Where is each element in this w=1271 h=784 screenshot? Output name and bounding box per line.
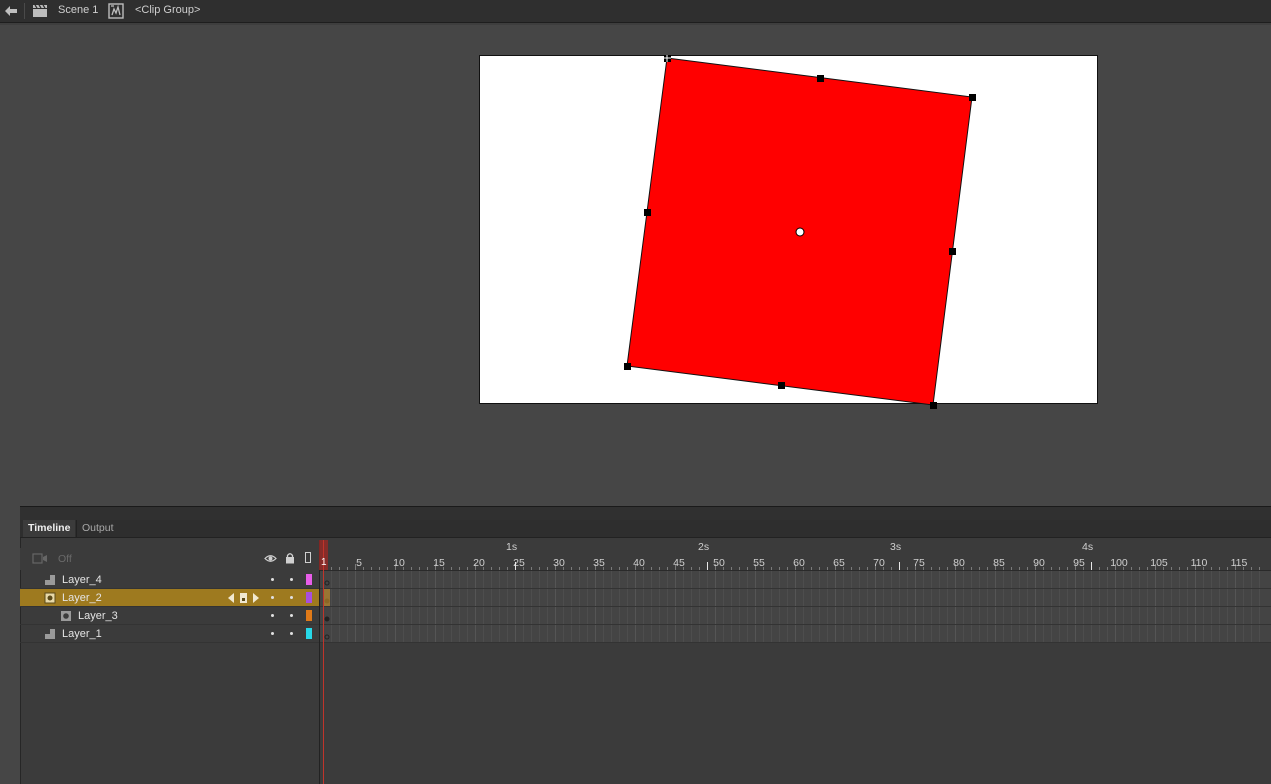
lock-icon[interactable] [285,552,295,564]
pasteboard-edge [0,23,1271,25]
layer-row-layer-3[interactable]: Layer_3 [20,607,319,625]
visibility-dot[interactable] [271,614,274,617]
lock-dot[interactable] [290,596,293,599]
edit-bar-separator [24,3,25,19]
layer-color-swatch[interactable] [306,574,312,585]
eye-icon[interactable] [264,553,277,564]
normal-layer-icon [44,592,56,604]
lock-dot[interactable] [290,578,293,581]
stage-canvas[interactable] [479,55,1098,404]
mask-layer-icon [45,629,55,639]
layer-name[interactable]: Layer_1 [62,628,102,640]
ruler-frame-label: 10 [393,557,405,569]
edit-bar: Scene 1 <Clip Group> [0,0,1271,23]
ruler-frame-label: 95 [1073,557,1085,569]
camera-off-label: Off [58,553,72,565]
ruler-frame-label: 5 [356,557,362,569]
ruler-frame-label: 80 [953,557,965,569]
lock-dot[interactable] [290,614,293,617]
timeline-ruler[interactable]: 5 10 15 20 25 30 35 40 45 50 55 60 65 70 75 80 85 90 95 100… [320,540,1271,571]
layer-row-layer-2[interactable]: Layer_2 [20,589,319,607]
visibility-dot[interactable] [271,632,274,635]
ruler-frame-label: 75 [913,557,925,569]
ruler-frame-label: 70 [873,557,885,569]
visibility-dot[interactable] [271,578,274,581]
ruler-frame-label: 50 [713,557,725,569]
ruler-frame-label: 115 [1231,557,1248,569]
layer-color-swatch[interactable] [306,610,312,621]
selected-frame [323,589,330,606]
ruler-frame-label: 85 [993,557,1005,569]
ruler-frame-label: 65 [833,557,845,569]
layer-header: Off [20,548,319,570]
clip-group-icon[interactable] [108,3,124,19]
ruler-seconds-label: 3s [890,541,901,553]
layer-name[interactable]: Layer_4 [62,574,102,586]
tab-timeline[interactable]: Timeline [23,520,76,537]
mask-layer-icon [45,575,55,585]
ruler-frame-label: 60 [793,557,805,569]
layer-row-layer-4[interactable]: Layer_4 [20,571,319,589]
ruler-frame-label: 20 [473,557,485,569]
ruler-frame-label: 15 [433,557,445,569]
ruler-seconds-label: 1s [506,541,517,553]
frame-grid[interactable] [320,571,1271,644]
layer-name[interactable]: Layer_3 [78,610,118,622]
ruler-seconds-label: 2s [698,541,709,553]
ruler-frame-label: 35 [593,557,605,569]
clapperboard-icon[interactable] [32,4,48,18]
scene-label[interactable]: Scene 1 [58,4,98,16]
current-frame-label: 1 [321,557,327,568]
ruler-frame-label: 105 [1150,557,1168,569]
layer-color-swatch[interactable] [306,628,312,639]
ruler-frame-label: 45 [673,557,685,569]
layer-list: Layer_4 Layer_2 Layer_3 Layer_1 [20,571,319,643]
keyframe-marker [324,616,330,622]
masked-layer-icon [61,611,71,621]
ruler-frame-label: 100 [1110,557,1128,569]
lock-dot[interactable] [290,632,293,635]
camera-off-icon[interactable] [32,553,48,564]
layer-list-border [319,540,320,784]
timeline-tab-bar: Timeline Output [20,520,1271,538]
ruler-ticks: 5 10 15 20 25 30 35 40 45 50 55 60 65 70 75 80 85 90 95 100… [323,541,1260,570]
playhead-line[interactable] [323,540,324,784]
layer-row-layer-1[interactable]: Layer_1 [20,625,319,643]
ruler-frame-label: 90 [1033,557,1045,569]
ruler-frame-label: 25 [513,557,525,569]
panel-divider[interactable] [20,506,1271,521]
ruler-seconds-label: 4s [1082,541,1093,553]
layer-color-swatch[interactable] [306,592,312,603]
outline-icon[interactable] [305,552,311,563]
frame-cells [320,571,1271,643]
clip-group-label[interactable]: <Clip Group> [135,4,200,16]
ruler-frame-label: 55 [753,557,765,569]
back-arrow-icon[interactable] [3,4,19,18]
ruler-frame-label: 110 [1191,557,1208,569]
layer-nav-controls[interactable] [226,592,266,604]
layer-name[interactable]: Layer_2 [62,592,102,604]
ruler-frame-label: 30 [553,557,565,569]
tab-output[interactable]: Output [76,520,119,537]
visibility-dot[interactable] [271,596,274,599]
ruler-frame-label: 40 [633,557,645,569]
